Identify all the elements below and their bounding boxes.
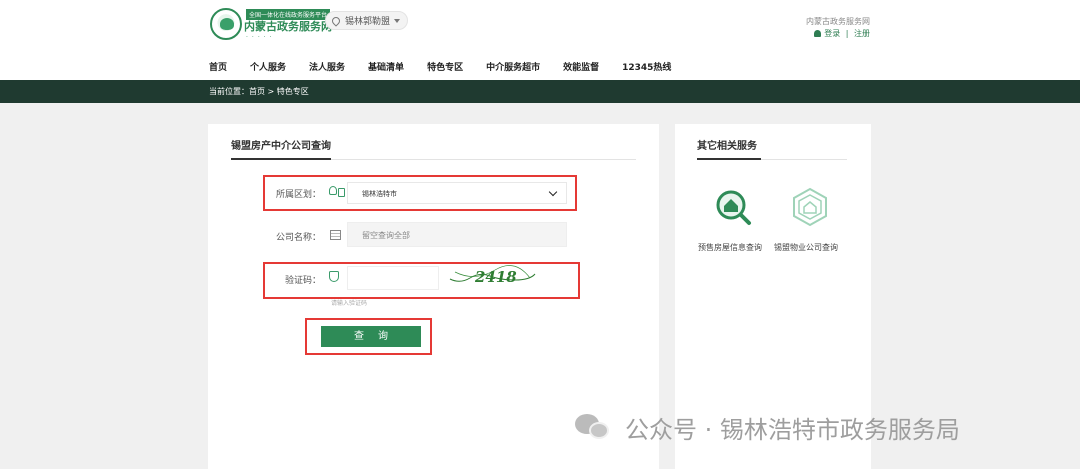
login-link[interactable]: 登录 bbox=[824, 29, 840, 38]
auth-separator: | bbox=[845, 29, 849, 38]
watermark-text: 公众号 · 锡林浩特市政务服务局 bbox=[625, 415, 960, 444]
property-hexagon-icon[interactable] bbox=[791, 187, 829, 227]
nav-item-corporate[interactable]: 法人服务 bbox=[309, 60, 345, 73]
highlight-query-button bbox=[305, 318, 432, 355]
location-pin-icon bbox=[330, 14, 342, 27]
service-presale-label[interactable]: 预售房屋信息查询 bbox=[698, 242, 762, 253]
highlight-captcha bbox=[263, 262, 580, 299]
highlight-district bbox=[263, 175, 577, 211]
nav-item-special-zone[interactable]: 特色专区 bbox=[427, 60, 463, 73]
nav-item-personal[interactable]: 个人服务 bbox=[250, 60, 286, 73]
company-placeholder: 留空查询全部 bbox=[362, 231, 410, 240]
nav-item-agency-market[interactable]: 中介服务超市 bbox=[486, 60, 540, 73]
breadcrumb-bar: 当前位置：首页 > 特色专区 bbox=[0, 80, 1080, 103]
panel-title: 锡盟房产中介公司查询 bbox=[231, 141, 331, 152]
house-search-icon[interactable] bbox=[714, 188, 752, 226]
region-selector[interactable]: 锡林郭勒盟 bbox=[325, 11, 408, 30]
site-name: 内蒙古政务服务网 bbox=[806, 17, 870, 26]
wechat-icon bbox=[575, 412, 611, 442]
nav-item-hotline[interactable]: 12345热线 bbox=[622, 60, 671, 73]
title-underline bbox=[231, 158, 331, 160]
company-name-input[interactable]: 留空查询全部 bbox=[347, 222, 567, 247]
company-label: 公司名称： bbox=[276, 233, 322, 243]
region-name: 锡林郭勒盟 bbox=[345, 17, 391, 27]
side-title-underline bbox=[697, 158, 761, 160]
breadcrumb: 当前位置：首页 > 特色专区 bbox=[209, 87, 309, 96]
wechat-watermark: 公众号 · 锡林浩特市政务服务局 bbox=[575, 410, 960, 444]
logo-title: 内蒙古政务服务网 bbox=[244, 20, 332, 33]
user-icon bbox=[814, 30, 822, 37]
captcha-hint: 请输入验证码 bbox=[331, 300, 368, 307]
emblem-icon bbox=[210, 8, 242, 40]
register-link[interactable]: 注册 bbox=[854, 29, 870, 38]
nav-item-home[interactable]: 首页 bbox=[209, 60, 227, 73]
nav-item-basic-list[interactable]: 基础清单 bbox=[368, 60, 404, 73]
site-header: 全国一体化在线政务服务平台 内蒙古政务服务网 ····· 锡林郭勒盟 内蒙古政务… bbox=[0, 0, 1080, 80]
site-logo[interactable]: 全国一体化在线政务服务平台 内蒙古政务服务网 ····· bbox=[210, 8, 332, 44]
top-right-links: 内蒙古政务服务网 登录 | 注册 bbox=[806, 16, 870, 40]
logo-decoration: ····· bbox=[246, 34, 276, 41]
service-property-label[interactable]: 锡盟物业公司查询 bbox=[774, 242, 838, 253]
document-icon bbox=[330, 230, 341, 240]
chevron-down-icon bbox=[394, 19, 400, 23]
main-nav: 首页 个人服务 法人服务 基础清单 特色专区 中介服务超市 效能监督 12345… bbox=[209, 60, 671, 73]
nav-item-supervision[interactable]: 效能监督 bbox=[563, 60, 599, 73]
side-panel-title: 其它相关服务 bbox=[697, 141, 757, 152]
